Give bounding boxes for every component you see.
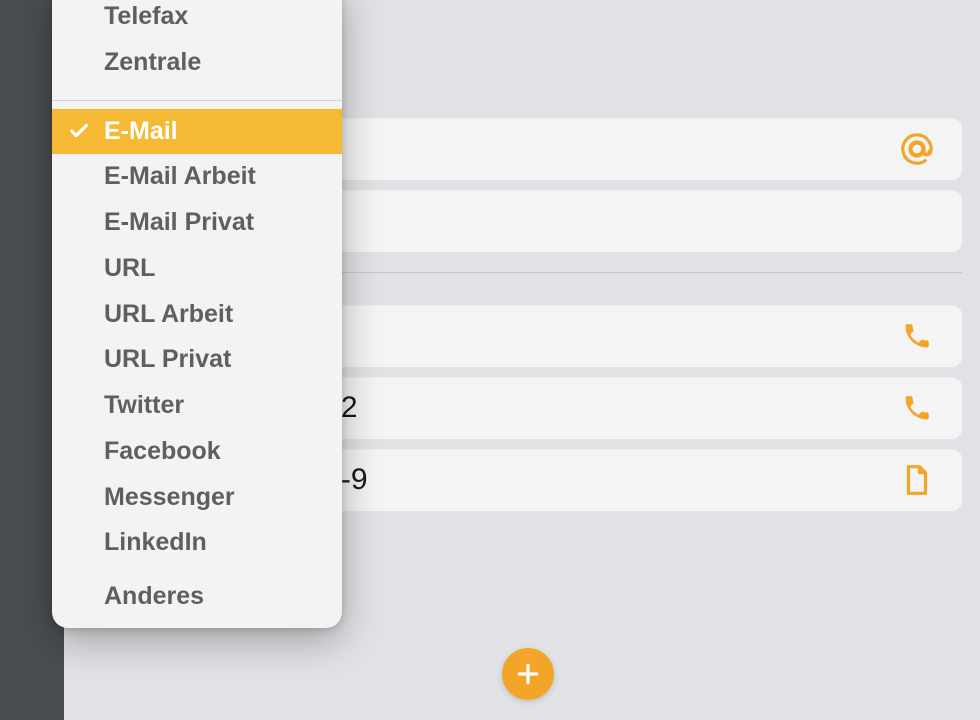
section-divider	[294, 272, 962, 273]
phone-icon	[898, 317, 936, 355]
dropdown-item-linkedin[interactable]: LinkedIn	[52, 520, 342, 566]
dropdown-item-facebook[interactable]: Facebook	[52, 429, 342, 475]
dropdown-divider	[52, 100, 342, 101]
dropdown-item-twitter[interactable]: Twitter	[52, 383, 342, 429]
document-icon	[898, 461, 936, 499]
phone-icon	[898, 389, 936, 427]
dropdown-item-anderes[interactable]: Anderes	[52, 574, 342, 628]
dropdown-item-email[interactable]: E-Mail	[52, 109, 342, 155]
dropdown-item-url-privat[interactable]: URL Privat	[52, 337, 342, 383]
at-icon	[898, 130, 936, 168]
dropdown-item-telefax[interactable]: Telefax	[52, 0, 342, 40]
dropdown-item-url[interactable]: URL	[52, 246, 342, 292]
dropdown-item-zentrale[interactable]: Zentrale	[52, 40, 342, 86]
dropdown-item-email-arbeit[interactable]: E-Mail Arbeit	[52, 154, 342, 200]
plus-icon	[515, 661, 541, 687]
dropdown-item-email-privat[interactable]: E-Mail Privat	[52, 200, 342, 246]
contact-type-dropdown: Telefax Zentrale E-Mail E-Mail Arbeit E-…	[52, 0, 342, 628]
dropdown-item-url-arbeit[interactable]: URL Arbeit	[52, 292, 342, 338]
add-button[interactable]	[502, 648, 554, 700]
dropdown-item-messenger[interactable]: Messenger	[52, 475, 342, 521]
